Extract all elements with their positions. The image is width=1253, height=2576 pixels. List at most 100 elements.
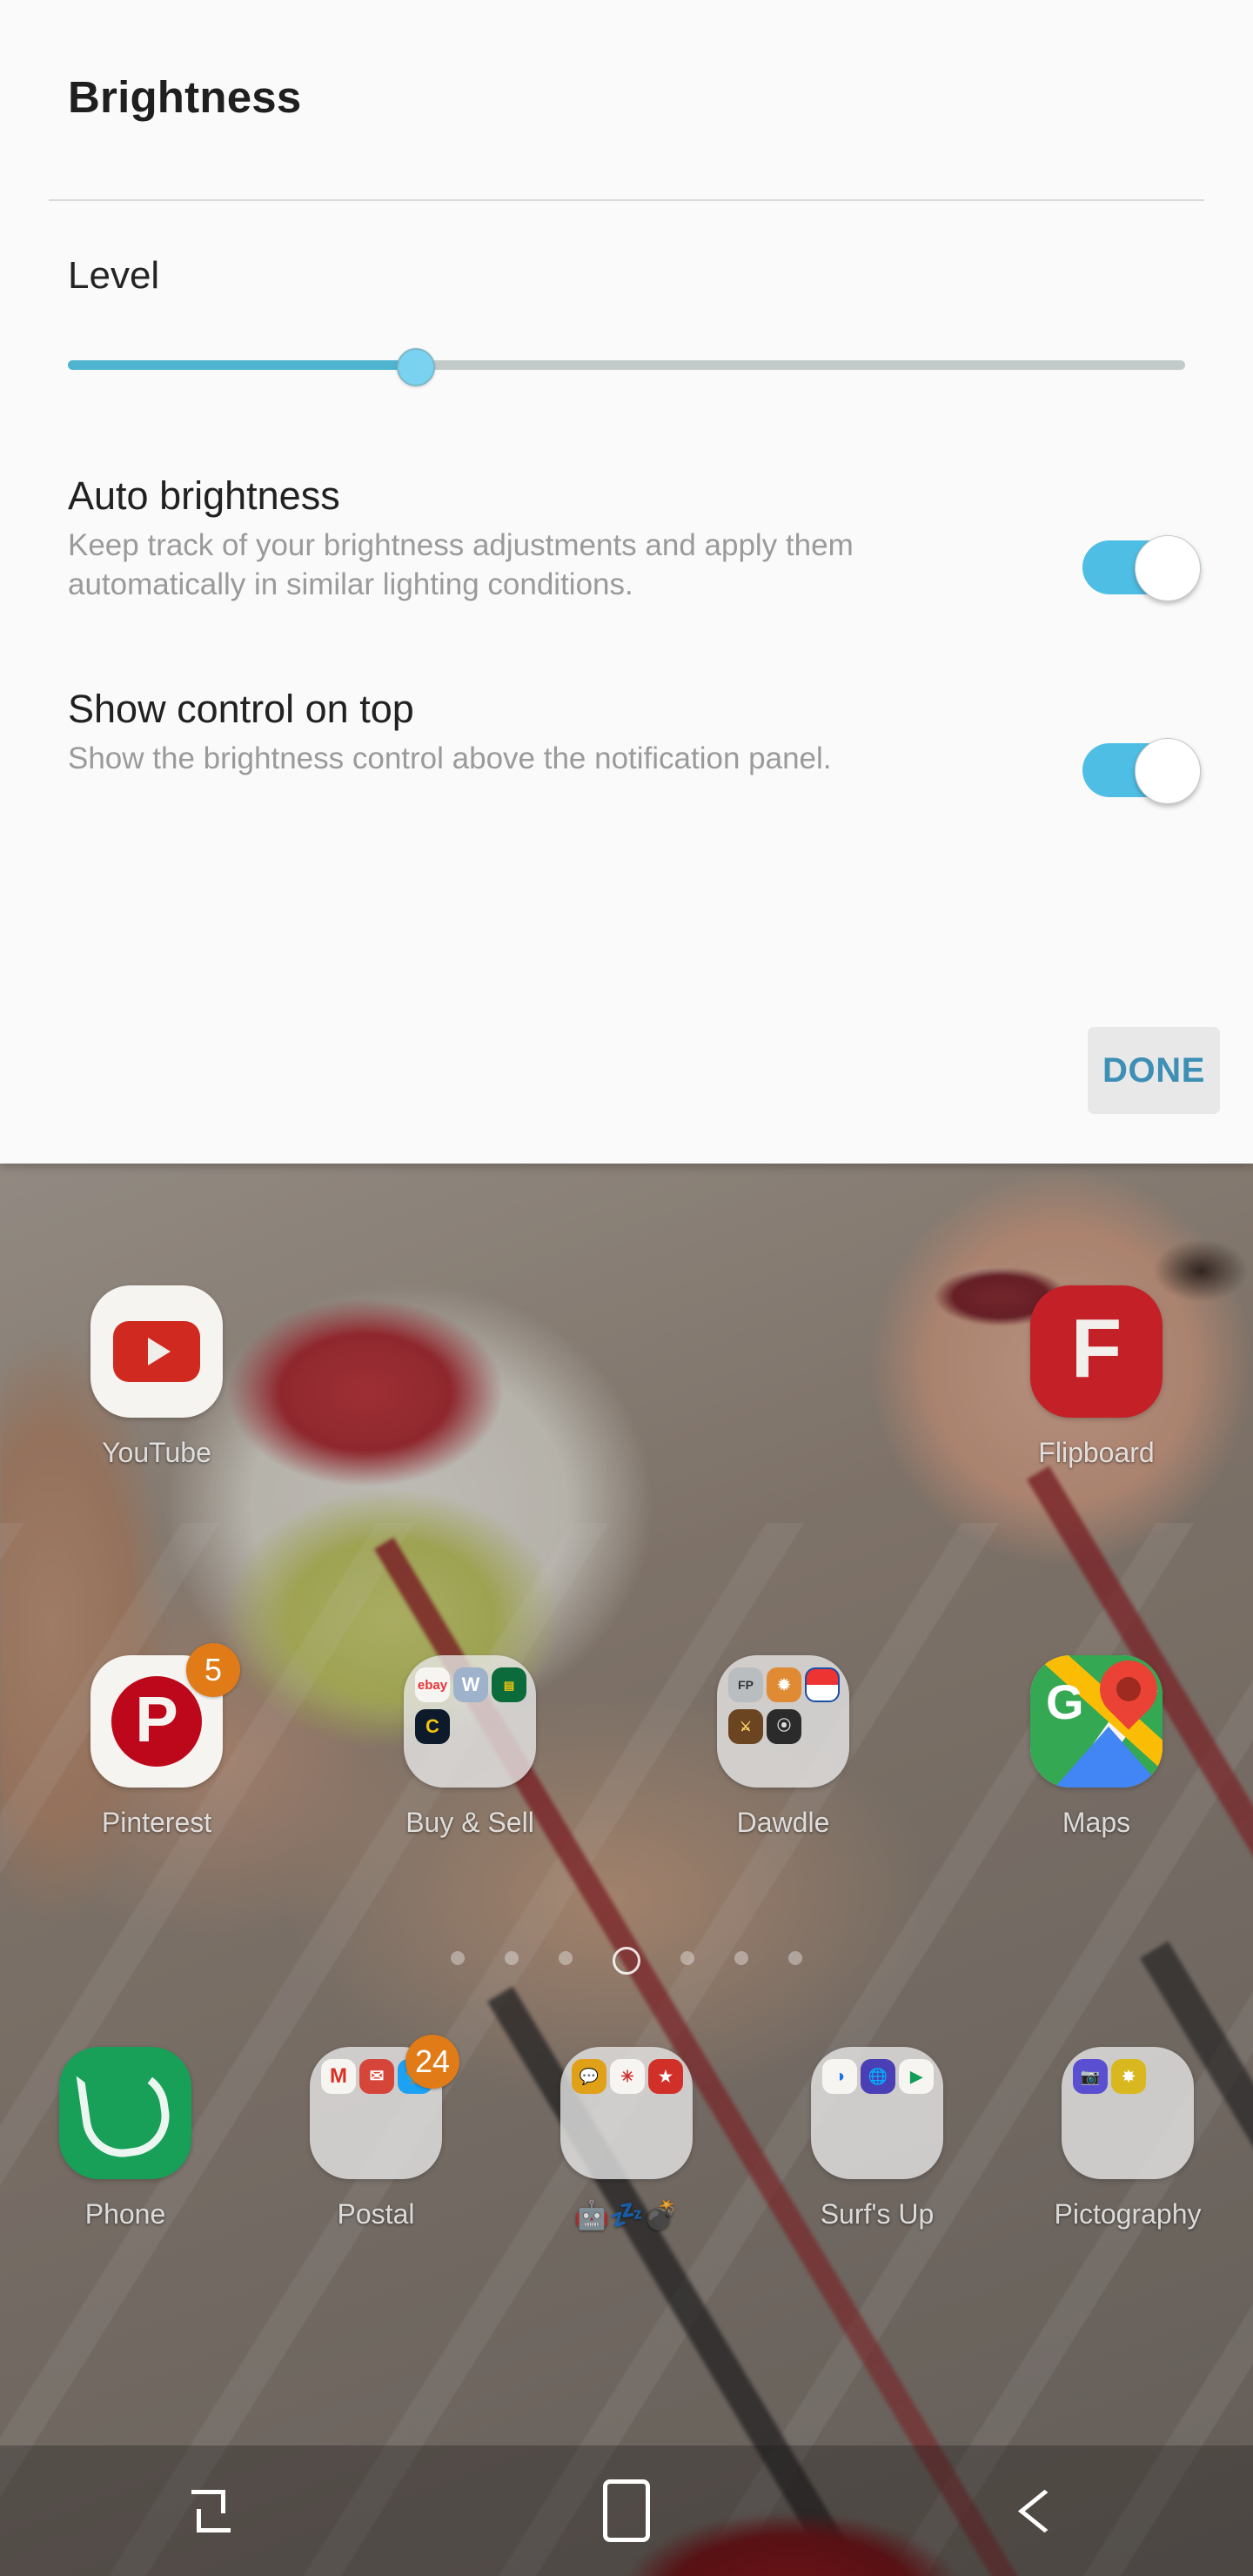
folder-icon[interactable]: 📷 ✸ bbox=[1062, 2047, 1194, 2179]
pinterest-icon-wrap[interactable]: P 5 bbox=[90, 1643, 240, 1788]
app-label: Dawdle bbox=[736, 1807, 830, 1838]
setting-text: Show control on top Show the brightness … bbox=[68, 687, 1025, 779]
brightness-level-slider[interactable] bbox=[68, 348, 1185, 386]
mini-icon-message: 💬 bbox=[572, 2059, 606, 2094]
recents-icon bbox=[191, 2490, 231, 2532]
setting-row-show-control-on-top[interactable]: Show control on top Show the brightness … bbox=[68, 687, 1201, 804]
done-button[interactable]: DONE bbox=[1088, 1027, 1220, 1114]
app-row-2: P 5 Pinterest ebay W ▤ C Buy & Sell FP ✹… bbox=[0, 1643, 1253, 1839]
mini-icon-camera: 📷 bbox=[1073, 2059, 1108, 2094]
app-label: Buy & Sell bbox=[405, 1807, 534, 1838]
home-icon bbox=[603, 2479, 650, 2542]
dock-folder-emoji[interactable]: 💬 ✳ ★ 🤖💤💣 bbox=[501, 2047, 752, 2231]
app-label: Maps bbox=[1062, 1807, 1131, 1838]
phone-icon[interactable] bbox=[59, 2047, 191, 2179]
setting-description: Show the brightness control above the no… bbox=[68, 741, 832, 776]
toggle-knob bbox=[1135, 535, 1201, 601]
setting-title: Auto brightness bbox=[68, 473, 340, 518]
maps-icon[interactable]: G bbox=[1030, 1655, 1163, 1788]
slider-fill bbox=[68, 360, 415, 370]
mini-icon-star: ★ bbox=[648, 2059, 683, 2094]
mini-icon-editor: ✸ bbox=[1111, 2059, 1146, 2094]
phone-screen: YouTube F Flipboard P 5 Pinterest ebay W… bbox=[0, 0, 1253, 2576]
auto-brightness-toggle[interactable] bbox=[1082, 535, 1201, 601]
youtube-icon[interactable] bbox=[90, 1285, 223, 1418]
mini-icon-samsung-internet: 🌐 bbox=[861, 2059, 895, 2094]
page-dot[interactable] bbox=[788, 1951, 802, 1965]
app-flipboard[interactable]: F Flipboard bbox=[940, 1285, 1253, 1469]
folder-icon-wrap[interactable]: ◑ 🌐 ▶ bbox=[811, 2047, 943, 2179]
page-dot[interactable] bbox=[680, 1951, 694, 1965]
mini-icon-play-store: ▶ bbox=[899, 2059, 934, 2094]
home-button[interactable] bbox=[418, 2445, 835, 2576]
maps-icon-wrap[interactable]: G bbox=[1030, 1655, 1163, 1788]
setting-description: Keep track of your brightness adjustment… bbox=[68, 528, 854, 602]
mini-icon-rpg: ⚔ bbox=[728, 1709, 763, 1744]
setting-text: Auto brightness Keep track of your brigh… bbox=[68, 473, 1025, 605]
app-maps[interactable]: G Maps bbox=[940, 1655, 1253, 1839]
mini-icon-kijiji: ▤ bbox=[492, 1667, 526, 1702]
mini-icon-wish: W bbox=[453, 1667, 488, 1702]
app-label: Postal bbox=[337, 2198, 415, 2230]
mini-icon-carousell: C bbox=[415, 1709, 450, 1744]
page-dot-current[interactable] bbox=[613, 1947, 640, 1975]
setting-title: Show control on top bbox=[68, 687, 414, 731]
app-pinterest[interactable]: P 5 Pinterest bbox=[0, 1643, 313, 1839]
folder-icon[interactable]: ◑ 🌐 ▶ bbox=[811, 2047, 943, 2179]
recents-button[interactable] bbox=[0, 2445, 418, 2576]
app-youtube[interactable]: YouTube bbox=[0, 1285, 313, 1469]
dock-folder-postal[interactable]: M ✉ 🐦 24 Postal bbox=[251, 2035, 501, 2231]
level-label: Level bbox=[68, 254, 160, 297]
phone-icon-wrap[interactable] bbox=[59, 2047, 191, 2179]
app-label: Pinterest bbox=[101, 1807, 212, 1838]
dock-app-phone[interactable]: Phone bbox=[0, 2047, 251, 2231]
folder-icon-wrap[interactable]: 💬 ✳ ★ bbox=[560, 2047, 693, 2179]
app-label: Flipboard bbox=[1038, 1437, 1155, 1468]
folder-dawdle[interactable]: FP ✹ ⚔ ⦿ Dawdle bbox=[626, 1655, 940, 1839]
mini-icon-email: ✉ bbox=[359, 2059, 394, 2094]
flipboard-icon-wrap[interactable]: F bbox=[1030, 1285, 1163, 1418]
back-arrow-icon bbox=[1017, 2489, 1071, 2532]
toggle-knob bbox=[1135, 738, 1201, 804]
page-title: Brightness bbox=[68, 72, 302, 122]
page-indicator[interactable] bbox=[0, 1947, 1253, 1975]
dock-folder-pictography[interactable]: 📷 ✸ Pictography bbox=[1002, 2047, 1253, 2231]
app-label: 🤖💤💣 bbox=[574, 2199, 679, 2231]
app-row-1: YouTube F Flipboard bbox=[0, 1285, 1253, 1469]
folder-icon[interactable]: 💬 ✳ ★ bbox=[560, 2047, 693, 2179]
folder-icon[interactable]: FP ✹ ⚔ ⦿ bbox=[717, 1655, 849, 1788]
app-slot-empty bbox=[313, 1285, 626, 1469]
mini-icon-fp: FP bbox=[728, 1667, 763, 1702]
page-dot[interactable] bbox=[734, 1951, 748, 1965]
flipboard-icon[interactable]: F bbox=[1030, 1285, 1163, 1418]
folder-icon-wrap[interactable]: ebay W ▤ C bbox=[404, 1655, 536, 1788]
page-dot[interactable] bbox=[505, 1951, 519, 1965]
dock: Phone M ✉ 🐦 24 Postal 💬 ✳ bbox=[0, 2035, 1253, 2231]
folder-icon-wrap[interactable]: 📷 ✸ bbox=[1062, 2047, 1194, 2179]
show-control-on-top-toggle[interactable] bbox=[1082, 738, 1201, 804]
mini-icon-pokeball bbox=[805, 1667, 840, 1702]
mini-icon-gamepad: ⦿ bbox=[767, 1709, 801, 1744]
page-dot[interactable] bbox=[451, 1951, 465, 1965]
app-label: Surf's Up bbox=[820, 2198, 935, 2230]
slider-thumb[interactable] bbox=[397, 348, 436, 386]
folder-buy-and-sell[interactable]: ebay W ▤ C Buy & Sell bbox=[313, 1655, 626, 1839]
app-slot-empty bbox=[626, 1285, 940, 1469]
app-label: Pictography bbox=[1054, 2198, 1202, 2230]
setting-row-auto-brightness[interactable]: Auto brightness Keep track of your brigh… bbox=[68, 473, 1201, 605]
mini-icon-ebay: ebay bbox=[415, 1667, 450, 1702]
mini-icon-gmail: M bbox=[321, 2059, 356, 2094]
page-dot[interactable] bbox=[559, 1951, 573, 1965]
folder-icon-wrap[interactable]: FP ✹ ⚔ ⦿ bbox=[717, 1655, 849, 1788]
dock-folder-surfs-up[interactable]: ◑ 🌐 ▶ Surf's Up bbox=[752, 2047, 1002, 2231]
folder-icon-wrap[interactable]: M ✉ 🐦 24 bbox=[310, 2035, 459, 2179]
notification-badge: 5 bbox=[186, 1643, 240, 1697]
youtube-icon-wrap[interactable] bbox=[90, 1285, 223, 1418]
mini-icon-hero: ✹ bbox=[767, 1667, 801, 1702]
back-button[interactable] bbox=[835, 2445, 1253, 2576]
home-screen: YouTube F Flipboard P 5 Pinterest ebay W… bbox=[0, 1164, 1253, 2576]
brightness-settings-sheet: Brightness Level Auto brightness Keep tr… bbox=[0, 0, 1253, 1164]
mini-icon-sparkle: ✳ bbox=[610, 2059, 645, 2094]
folder-icon[interactable]: ebay W ▤ C bbox=[404, 1655, 536, 1788]
app-label: Phone bbox=[84, 2198, 166, 2230]
